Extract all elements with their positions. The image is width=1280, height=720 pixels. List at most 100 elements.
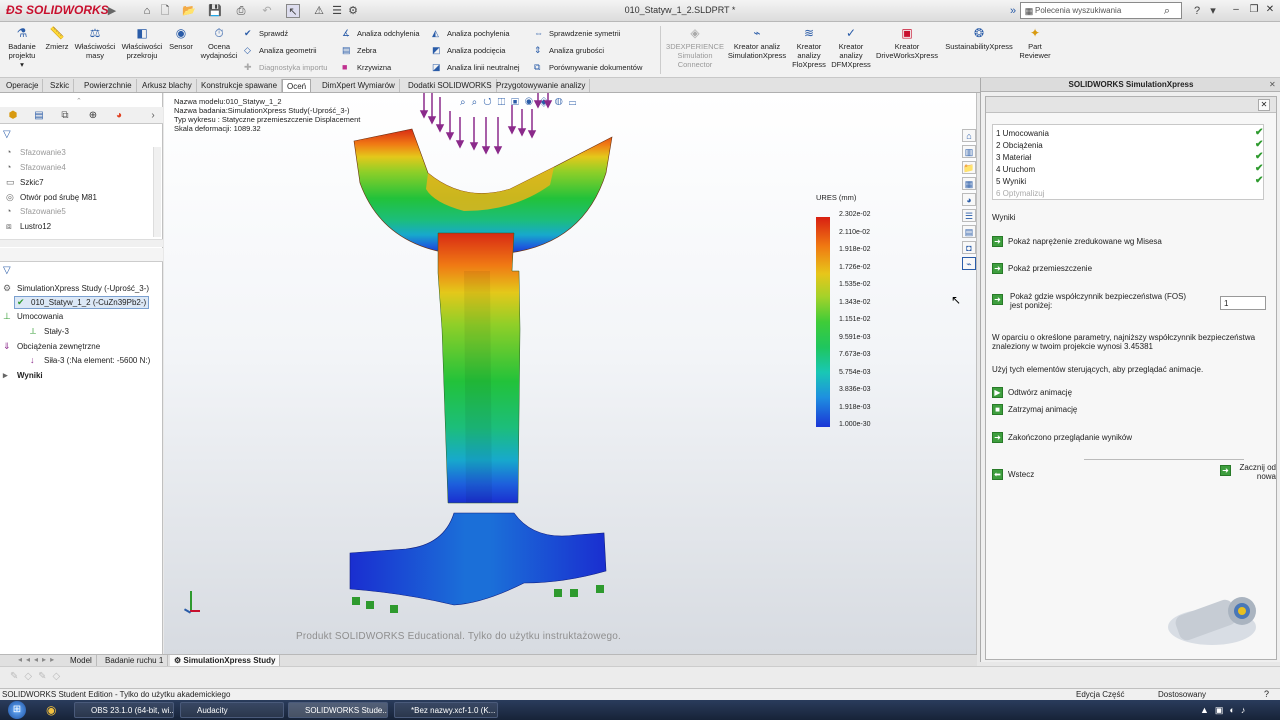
options-list-icon[interactable]: ☰ (330, 4, 344, 18)
viewport-window-controls[interactable]: ⌜▫▭❐✕ (890, 93, 962, 96)
curvature-button[interactable]: ■ Krzywizna (342, 62, 391, 72)
simulationxpress-pane-icon[interactable]: ⌁ (962, 257, 976, 270)
view-palette-icon[interactable]: ▦ (962, 177, 976, 190)
panel-splitter-handle[interactable]: ⌃ (76, 97, 82, 105)
dfmxpress-wizard-button[interactable]: ✓ Kreator analizy DFMXpress (830, 26, 872, 69)
minimize-button[interactable]: – (1228, 3, 1244, 17)
tree-splitter[interactable] (0, 248, 163, 262)
load-item[interactable]: ↓ Siła-3 (:Na element: -5600 N:) (30, 355, 150, 365)
parting-line-analysis-button[interactable]: ◪ Analiza linii neutralnej (432, 62, 520, 73)
tab-dimxpert[interactable]: DimXpert Wymiarów (318, 79, 400, 92)
tab-przygotowywanie-analizy[interactable]: Przygotowywanie analizy (492, 79, 591, 92)
section-properties-button[interactable]: ◧ Właściwości przekroju (118, 26, 166, 60)
tree-vertical-scrollbar[interactable] (153, 147, 161, 237)
taskbar-audacity[interactable]: Audacity (180, 702, 284, 718)
external-loads-folder[interactable]: ⇓ Obciążenia zewnętrzne (3, 341, 100, 352)
tab-motion-study[interactable]: Badanie ruchu 1 (101, 655, 169, 666)
step-optimize[interactable]: 6 Optymalizuj (996, 189, 1044, 198)
tree-item[interactable]: ◎ Otwór pod śrubę M81 (6, 192, 97, 203)
tab-navigation-arrows[interactable]: ◂◂◂▸▸ (18, 655, 58, 664)
step-run[interactable]: 4 Uruchom (996, 165, 1035, 174)
close-wizard-icon[interactable]: ✕ (1258, 99, 1270, 111)
tree-item[interactable]: ▭ Szkic7 (6, 177, 44, 188)
tab-szkic[interactable]: Szkic (46, 79, 75, 92)
close-button[interactable]: ✕ (1262, 3, 1278, 17)
viewport-tile-icon[interactable]: ▭ (913, 93, 930, 95)
search-input[interactable]: Polecenia wyszukiwania (1020, 2, 1182, 19)
restore-button[interactable]: ❐ (1246, 3, 1262, 17)
symmetry-check-button[interactable]: ⇔ Sprawdzenie symetrii (534, 28, 620, 38)
status-units[interactable]: Dostosowany (1158, 690, 1206, 699)
viewport-maximize-icon[interactable]: ❐ (930, 93, 946, 95)
taskbar-gimp[interactable]: *Bez nazwy.xcf-1.0 (K... (394, 702, 498, 718)
zebra-stripes-button[interactable]: ▤ Zebra (342, 45, 377, 56)
tree-item[interactable]: ◔ Sfazowanie3 (6, 147, 66, 157)
property-manager-tab-icon[interactable]: ▤ (32, 109, 46, 122)
filter-icon[interactable]: ▽ (3, 129, 11, 140)
solidworks-forum-icon[interactable]: ▤ (962, 225, 976, 238)
home-icon[interactable]: ⌂ (140, 4, 154, 18)
check-button[interactable]: ✔ Sprawdź (244, 28, 288, 39)
undo-icon[interactable]: ↶ (260, 4, 274, 18)
tab-ocen[interactable]: Oceń (282, 79, 312, 92)
solidworks-resources-icon[interactable]: ⌂ (962, 129, 976, 142)
tab-arkusz-blachy[interactable]: Arkusz blachy (138, 79, 197, 92)
draft-analysis-button[interactable]: ◭ Analiza pochylenia (432, 28, 510, 39)
tree-item[interactable]: ◔ Sfazowanie5 (6, 206, 66, 216)
search-icon[interactable]: ⌕ (1160, 4, 1174, 18)
step-loads[interactable]: 2 Obciążenia (996, 141, 1043, 150)
tab-powierzchnie[interactable]: Powierzchnie (80, 79, 137, 92)
open-icon[interactable]: 📂 (182, 4, 196, 18)
system-tray-icons[interactable]: ▲▣◐♪ (1200, 705, 1251, 716)
help-dropdown-icon[interactable]: ▾ (1206, 4, 1220, 18)
tab-konstrukcje-spawane[interactable]: Konstrukcje spawane (197, 79, 283, 92)
sensor-button[interactable]: ◉ Sensor (166, 26, 196, 51)
tab-simulationxpress-study[interactable]: ⚙ SimulationXpress Study (170, 655, 281, 666)
gear-icon[interactable]: ⚙ (346, 4, 360, 18)
help-status-icon[interactable]: ? (1264, 689, 1269, 699)
driveworksxpress-wizard-button[interactable]: ▣ Kreator DriveWorksXpress (874, 26, 940, 60)
start-button-icon[interactable]: ⊞ (8, 701, 26, 719)
configuration-manager-tab-icon[interactable]: ⧉ (58, 109, 72, 122)
appearances-icon[interactable]: ◕ (962, 193, 976, 206)
new-document-icon[interactable]: 🗋 (158, 4, 172, 18)
feature-manager-tab-icon[interactable]: ⬢ (6, 109, 20, 122)
fixtures-folder[interactable]: ⊥ Umocowania (3, 311, 63, 322)
part-model-stress-plot[interactable] (314, 93, 634, 623)
viewport-expand-icon[interactable]: ⌜ (890, 93, 902, 95)
step-material[interactable]: 3 Materiał (996, 153, 1031, 162)
performance-evaluation-button[interactable]: ⏱ Ocena wydajności (196, 26, 242, 60)
graphics-viewport[interactable]: Nazwa modelu:010_Statyw_1_2 Nazwa badani… (164, 93, 977, 655)
taskbar-obs[interactable]: OBS 23.1.0 (64-bit, wi... (74, 702, 174, 718)
measure-button[interactable]: 📏 Zmierz (42, 26, 72, 51)
3dexperience-marketplace-icon[interactable]: ◘ (962, 241, 976, 254)
part-reviewer-button[interactable]: ✦ Part Reviewer (1016, 26, 1054, 60)
help-icon[interactable]: ? (1190, 4, 1204, 18)
pane-close-icon[interactable]: ✕ (1269, 80, 1276, 89)
chrome-icon[interactable]: ◉ (46, 703, 56, 717)
deviation-analysis-button[interactable]: ∡ Analiza odchylenia (342, 28, 420, 39)
print-icon[interactable]: ⎙ (234, 4, 248, 18)
menu-arrow-icon[interactable]: ▶ (105, 4, 119, 18)
custom-properties-icon[interactable]: ☰ (962, 209, 976, 222)
select-pointer-icon[interactable]: ↖ (286, 4, 300, 18)
tree-item[interactable]: ◔ Sfazowanie4 (6, 162, 66, 172)
fixture-item[interactable]: ⟂ Stały-3 (30, 326, 69, 337)
design-library-icon[interactable]: ▥ (962, 145, 976, 158)
compare-documents-button[interactable]: ⧉ Porównywanie dokumentów (534, 62, 642, 73)
study-part-item[interactable]: ✔ 010_Statyw_1_2 (-CuZn39Pb2-) (14, 296, 150, 309)
viewport-restore-icon[interactable]: ▫ (902, 93, 913, 95)
solidworks-logo[interactable]: ƉS SOLIDWORKS (6, 3, 109, 17)
fos-threshold-input[interactable]: 1 (1220, 296, 1266, 310)
save-icon[interactable]: 💾 (208, 4, 222, 18)
mass-properties-button[interactable]: ⚖ Właściwości masy (72, 26, 118, 60)
sustainabilityxpress-button[interactable]: ❂ SustainabilityXpress (942, 26, 1016, 51)
viewport-close-icon[interactable]: ✕ (946, 93, 962, 95)
undercut-analysis-button[interactable]: ◩ Analiza podcięcia (432, 45, 505, 56)
dimxpert-manager-tab-icon[interactable]: ⊕ (86, 109, 100, 122)
thickness-analysis-button[interactable]: ⇕ Analiza grubości (534, 45, 604, 56)
rebuild-icon[interactable]: ⚠ (312, 4, 326, 18)
geometry-analysis-button[interactable]: ◇ Analiza geometrii (244, 45, 317, 56)
results-folder[interactable]: ▸ Wyniki (3, 370, 43, 381)
study-root-item[interactable]: ⚙ SimulationXpress Study (-Uprość_3-) (3, 283, 149, 294)
